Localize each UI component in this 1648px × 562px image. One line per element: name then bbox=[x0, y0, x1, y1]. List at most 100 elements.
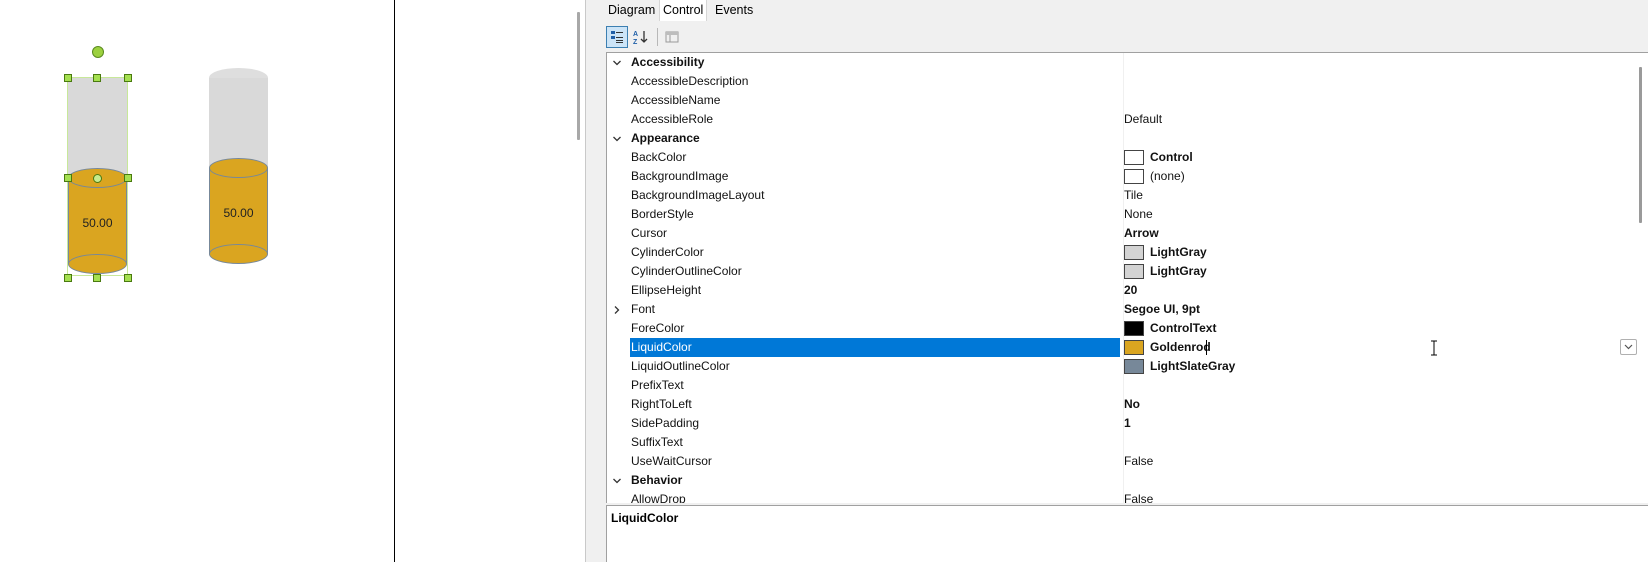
property-row[interactable]: EllipseHeight 20 bbox=[607, 281, 1627, 300]
resize-handle-se[interactable] bbox=[124, 274, 132, 282]
category-row[interactable]: Behavior bbox=[607, 471, 1627, 490]
color-swatch bbox=[1124, 150, 1144, 165]
resize-handle-n[interactable] bbox=[93, 74, 101, 82]
chevron-down-icon[interactable] bbox=[610, 471, 624, 490]
property-value[interactable]: LightGray bbox=[1150, 262, 1207, 281]
chevron-right-icon[interactable] bbox=[610, 300, 624, 319]
resize-handle-ne[interactable] bbox=[124, 74, 132, 82]
property-value[interactable]: LightGray bbox=[1150, 243, 1207, 262]
category-label: Behavior bbox=[631, 473, 683, 487]
property-value[interactable]: Default bbox=[1124, 110, 1162, 129]
tab-control[interactable]: Control bbox=[659, 0, 708, 21]
property-grid-panel: Diagram Control Events AZ Accessibility A… bbox=[601, 0, 1648, 562]
cylinder-empty-body bbox=[68, 78, 127, 178]
property-name: AccessibleName bbox=[631, 93, 721, 107]
property-value[interactable]: ControlText bbox=[1150, 319, 1216, 338]
property-value[interactable]: 20 bbox=[1124, 281, 1137, 300]
property-row[interactable]: AccessibleRole Default bbox=[607, 110, 1627, 129]
property-name: RightToLeft bbox=[631, 397, 692, 411]
text-caret bbox=[1206, 340, 1207, 355]
toolbar-separator bbox=[657, 28, 658, 46]
property-value[interactable]: Control bbox=[1150, 148, 1193, 167]
resize-handle-nw[interactable] bbox=[64, 74, 72, 82]
property-row[interactable]: Font Segoe UI, 9pt bbox=[607, 300, 1627, 319]
svg-text:A: A bbox=[633, 31, 638, 38]
property-value[interactable]: 1 bbox=[1124, 414, 1131, 433]
property-value[interactable]: Arrow bbox=[1124, 224, 1159, 243]
property-list[interactable]: Accessibility AccessibleDescription Access… bbox=[606, 52, 1648, 503]
category-label: Accessibility bbox=[631, 55, 705, 69]
property-value[interactable]: Goldenrod bbox=[1150, 338, 1211, 357]
property-row[interactable]: ForeColor ControlText bbox=[607, 319, 1627, 338]
tab-events[interactable]: Events bbox=[712, 0, 756, 21]
property-name: BorderStyle bbox=[631, 207, 694, 221]
property-row[interactable]: Cursor Arrow bbox=[607, 224, 1627, 243]
chevron-down-icon[interactable] bbox=[610, 53, 624, 72]
property-name: ForeColor bbox=[631, 321, 685, 335]
cylinder-control[interactable]: 50.00 bbox=[209, 68, 268, 268]
property-value[interactable]: LightSlateGray bbox=[1150, 357, 1235, 376]
property-row[interactable]: CylinderOutlineColor LightGray bbox=[607, 262, 1627, 281]
category-row[interactable]: Appearance bbox=[607, 129, 1627, 148]
middle-panel-scrollbar[interactable] bbox=[577, 12, 580, 140]
tab-diagram[interactable]: Diagram bbox=[605, 0, 658, 21]
property-row[interactable]: BackgroundImageLayout Tile bbox=[607, 186, 1627, 205]
property-value[interactable]: False bbox=[1124, 490, 1153, 503]
property-row[interactable]: BackColor Control bbox=[607, 148, 1627, 167]
property-tabs: Diagram Control Events bbox=[601, 0, 1648, 21]
cylinder-liquid-bottom bbox=[68, 254, 127, 274]
chevron-down-icon[interactable] bbox=[610, 129, 624, 148]
middle-panel bbox=[395, 0, 585, 562]
property-value[interactable]: Segoe UI, 9pt bbox=[1124, 300, 1200, 319]
resize-handle-e[interactable] bbox=[124, 174, 132, 182]
property-value[interactable]: (none) bbox=[1150, 167, 1185, 186]
property-name: CylinderOutlineColor bbox=[631, 264, 742, 278]
property-name: SuffixText bbox=[631, 435, 683, 449]
property-name: AccessibleRole bbox=[631, 112, 714, 126]
property-row[interactable]: CylinderColor LightGray bbox=[607, 243, 1627, 262]
description-pane: LiquidColor bbox=[606, 505, 1648, 562]
property-name: EllipseHeight bbox=[631, 283, 702, 297]
rotation-handle[interactable] bbox=[92, 46, 104, 58]
property-value[interactable]: Tile bbox=[1124, 186, 1143, 205]
property-row[interactable]: AllowDrop False bbox=[607, 490, 1627, 503]
color-swatch bbox=[1124, 169, 1144, 184]
alphabetical-sort-icon[interactable]: AZ bbox=[630, 26, 652, 48]
property-row[interactable]: BorderStyle None bbox=[607, 205, 1627, 224]
category-label: Appearance bbox=[631, 131, 700, 145]
property-row[interactable]: RightToLeft No bbox=[607, 395, 1627, 414]
property-row[interactable]: PrefixText bbox=[607, 376, 1627, 395]
property-name: BackgroundImageLayout bbox=[631, 188, 765, 202]
design-canvas[interactable]: 50.00 50.00 bbox=[0, 0, 394, 562]
property-row[interactable]: LiquidColor Goldenrod bbox=[607, 338, 1637, 357]
property-row[interactable]: AccessibleDescription bbox=[607, 72, 1627, 91]
property-name: UseWaitCursor bbox=[631, 454, 712, 468]
property-row[interactable]: BackgroundImage (none) bbox=[607, 167, 1627, 186]
property-value[interactable]: False bbox=[1124, 452, 1153, 471]
property-name: Font bbox=[631, 302, 656, 316]
splitter-gutter[interactable] bbox=[586, 0, 601, 562]
cylinder-value-label: 50.00 bbox=[223, 206, 254, 220]
property-name: BackColor bbox=[631, 150, 687, 164]
property-row[interactable]: LiquidOutlineColor LightSlateGray bbox=[607, 357, 1627, 376]
resize-handle-s[interactable] bbox=[93, 274, 101, 282]
svg-text:Z: Z bbox=[633, 39, 638, 45]
property-list-scrollbar[interactable] bbox=[1639, 67, 1642, 223]
property-row[interactable]: SuffixText bbox=[607, 433, 1627, 452]
resize-handle-sw[interactable] bbox=[64, 274, 72, 282]
property-value[interactable]: None bbox=[1124, 205, 1153, 224]
property-value[interactable]: No bbox=[1124, 395, 1140, 414]
property-row[interactable]: AccessibleName bbox=[607, 91, 1627, 110]
cylinder-liquid-top bbox=[209, 158, 268, 178]
dropdown-button[interactable] bbox=[1620, 339, 1637, 355]
color-swatch bbox=[1124, 340, 1144, 355]
property-name: AllowDrop bbox=[631, 492, 686, 503]
category-row[interactable]: Accessibility bbox=[607, 53, 1627, 72]
property-row[interactable]: UseWaitCursor False bbox=[607, 452, 1627, 471]
property-row[interactable]: SidePadding 1 bbox=[607, 414, 1627, 433]
property-name: Cursor bbox=[631, 226, 668, 240]
center-handle[interactable] bbox=[93, 174, 102, 183]
property-name: CylinderColor bbox=[631, 245, 704, 259]
resize-handle-w[interactable] bbox=[64, 174, 72, 182]
categorized-icon[interactable] bbox=[606, 26, 628, 48]
